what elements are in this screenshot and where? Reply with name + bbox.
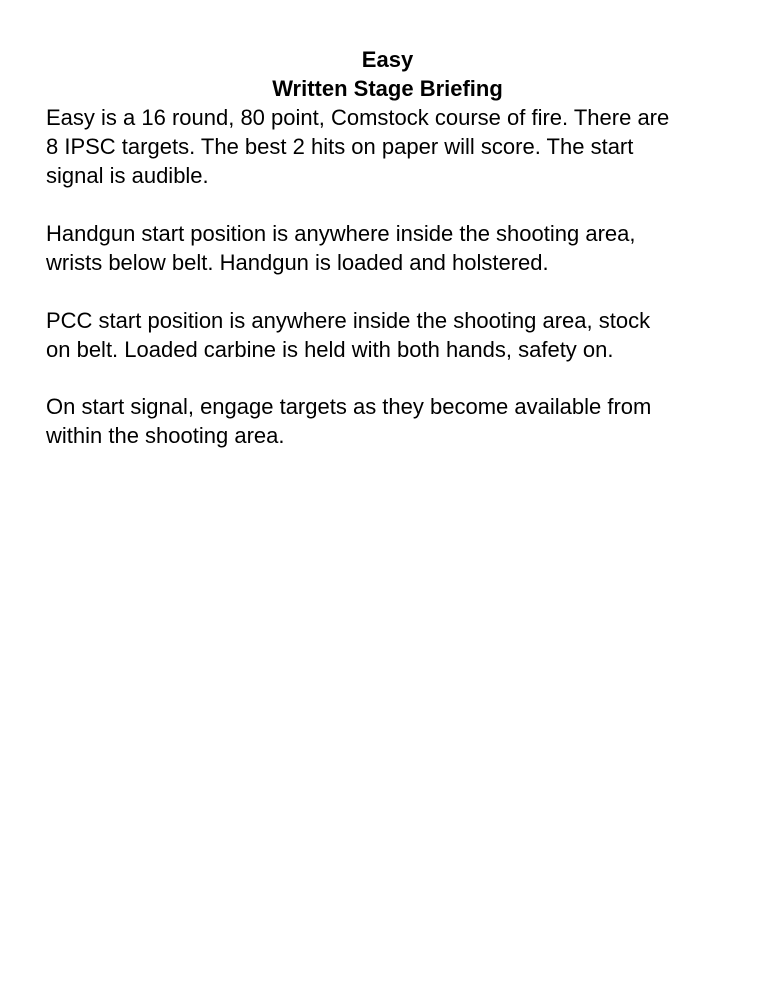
paragraph-line: within the shooting area. [46,423,285,448]
paragraph-line: On start signal, engage targets as they … [46,394,652,419]
procedure-paragraph: On start signal, engage targets as they … [46,392,746,450]
pcc-start-paragraph: PCC start position is anywhere inside th… [46,306,746,364]
paragraph-line: signal is audible. [46,163,209,188]
briefing-heading: Written Stage Briefing [272,76,503,101]
briefing-page: Easy Written Stage Briefing Easy is a 16… [0,0,768,1008]
paragraph-line: 8 IPSC targets. The best 2 hits on paper… [46,134,634,159]
paragraph-line: Handgun start position is anywhere insid… [46,221,636,246]
paragraph-line: wrists below belt. Handgun is loaded and… [46,250,549,275]
course-description-paragraph: Easy is a 16 round, 80 point, Comstock c… [46,103,746,190]
paragraph-line: Easy is a 16 round, 80 point, Comstock c… [46,105,670,130]
paragraph-line: PCC start position is anywhere inside th… [46,308,651,333]
paragraph-line: on belt. Loaded carbine is held with bot… [46,337,614,362]
handgun-start-paragraph: Handgun start position is anywhere insid… [46,219,746,277]
stage-title: Easy [361,47,414,72]
